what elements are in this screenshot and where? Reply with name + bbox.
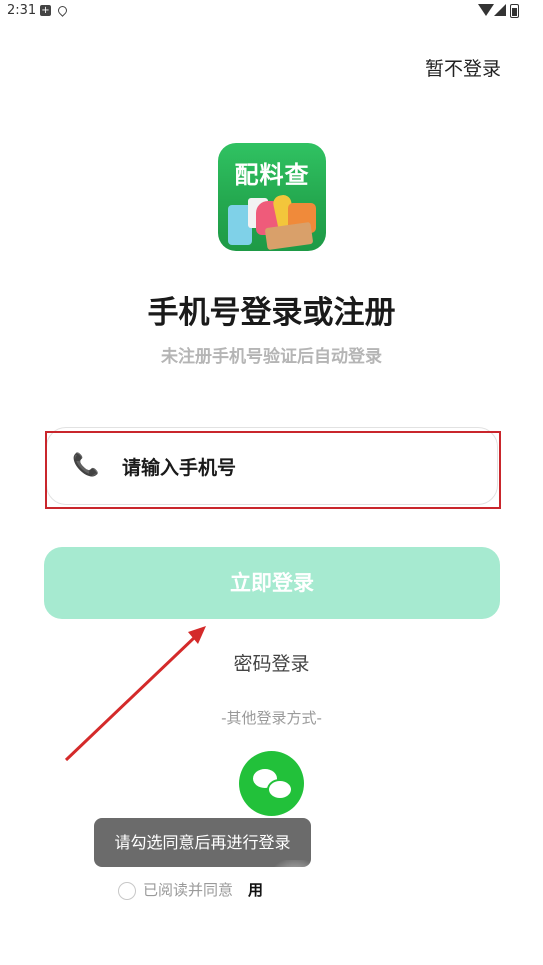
notification-icon: + [40, 5, 51, 16]
annotation-highlight-box [45, 431, 501, 509]
other-login-methods-label: -其他登录方式- [221, 709, 322, 727]
touch-glow [260, 860, 330, 960]
battery-icon [510, 4, 519, 18]
signal-icon [494, 4, 506, 16]
status-time: 2:31 [7, 3, 37, 18]
wifi-icon [478, 4, 494, 16]
status-bar: 2:31 + [0, 0, 543, 24]
logo-text: 配料查 [234, 161, 310, 189]
page-title: 手机号登录或注册 [147, 295, 396, 331]
password-login-link[interactable]: 密码登录 [0, 649, 543, 676]
wechat-icon [267, 779, 293, 800]
agreement-text: 已阅读并同意 [143, 881, 234, 899]
wechat-login-button[interactable] [239, 751, 304, 816]
app-logo: 配料查 [218, 143, 326, 251]
page-subtitle: 未注册手机号验证后自动登录 [161, 347, 382, 367]
skip-login-button[interactable]: 暂不登录 [425, 54, 501, 81]
agreement-checkbox[interactable] [118, 882, 136, 900]
location-icon [56, 4, 69, 17]
login-button[interactable]: 立即登录 [44, 547, 500, 619]
